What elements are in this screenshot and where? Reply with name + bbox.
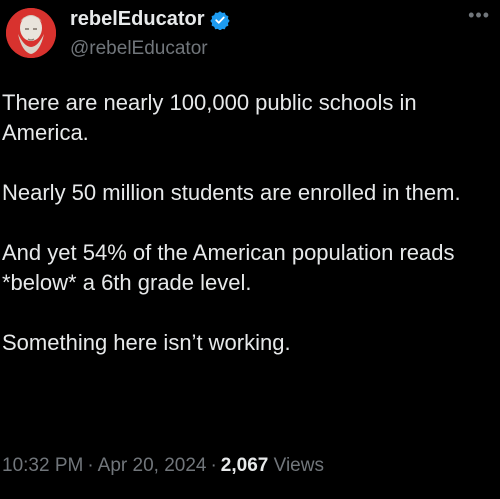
views-count: 2,067 <box>220 455 269 476</box>
tweet-time[interactable]: 10:32 PM <box>2 455 83 476</box>
tweet-paragraph: And yet 54% of the American population r… <box>2 240 455 295</box>
more-options-icon[interactable]: ••• <box>468 6 490 24</box>
author-display-name[interactable]: rebelEducator <box>70 8 204 31</box>
tweet-date[interactable]: Apr 20, 2024 <box>98 455 207 476</box>
tweet-paragraph: Something here isn’t working. <box>2 330 291 355</box>
name-row: rebelEducator <box>70 8 231 31</box>
verified-badge-icon <box>210 10 231 31</box>
tweet-body: There are nearly 100,000 public schools … <box>2 88 496 388</box>
tweet-paragraph: There are nearly 100,000 public schools … <box>2 90 417 145</box>
tweet-paragraph: Nearly 50 million students are enrolled … <box>2 180 461 205</box>
avatar-image <box>6 8 56 58</box>
tweet-header: rebelEducator @rebelEducator ••• <box>0 0 500 80</box>
meta-separator: · <box>87 455 94 476</box>
views-label: Views <box>273 455 324 476</box>
avatar[interactable] <box>6 8 56 58</box>
tweet-metadata: 10:32 PM · Apr 20, 2024 · 2,067 Views <box>2 455 324 477</box>
author-handle[interactable]: @rebelEducator <box>70 38 208 60</box>
meta-separator: · <box>210 455 217 476</box>
